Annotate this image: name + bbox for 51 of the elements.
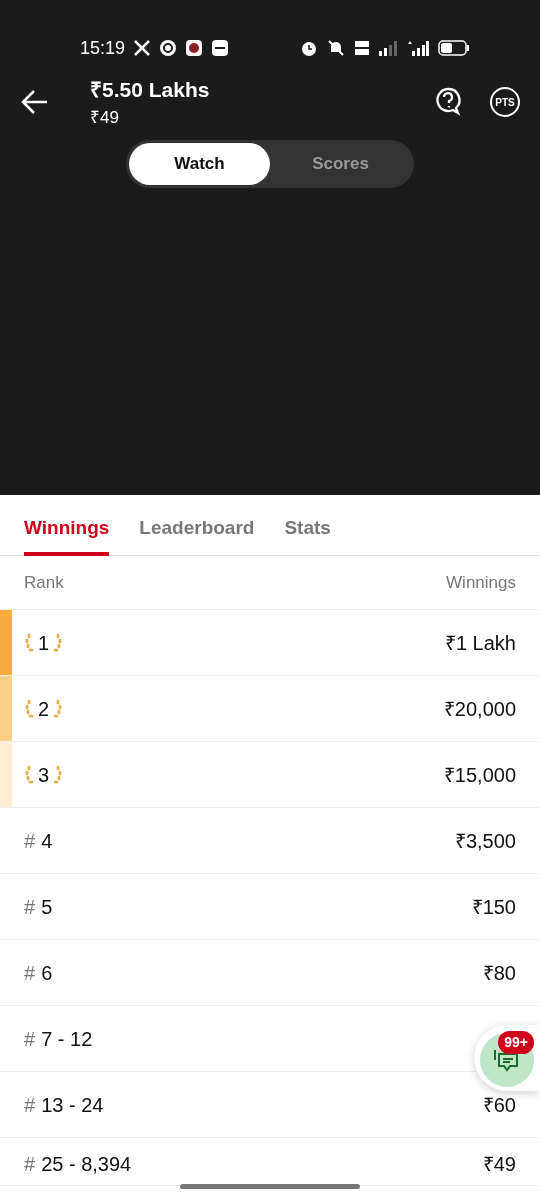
hash-symbol: #	[24, 1092, 36, 1118]
column-header: Rank	[24, 571, 64, 594]
alarm-icon	[300, 39, 318, 57]
app-icon	[159, 39, 178, 57]
prize-amount: ₹80	[482, 960, 516, 986]
laurel-icon	[53, 764, 64, 785]
rank-number: 3	[38, 762, 50, 788]
prize-amount: ₹49	[482, 1151, 516, 1177]
status-time: 15:19	[80, 36, 126, 60]
notification-count: 99+	[498, 1031, 534, 1054]
app-icon	[211, 39, 230, 57]
signal-icon	[406, 39, 430, 57]
prize-amount: ₹150	[471, 894, 516, 920]
mute-icon	[326, 39, 346, 57]
app-icon	[185, 39, 204, 57]
points-button[interactable]: PTS	[490, 87, 520, 117]
rank-number: 2	[38, 696, 50, 722]
laurel-icon	[24, 698, 34, 719]
prize-amount: ₹60	[482, 1092, 516, 1118]
hash-symbol: #	[24, 828, 36, 854]
toggle-option[interactable]: Watch	[129, 143, 270, 185]
hash-symbol: #	[24, 960, 36, 986]
prize-amount: ₹1 Lakh	[444, 630, 516, 656]
battery-icon	[438, 39, 470, 57]
rank-range: 4	[41, 828, 53, 854]
x-icon	[133, 39, 152, 57]
hash-symbol: #	[24, 1151, 36, 1177]
hash-symbol: #	[24, 1026, 36, 1052]
signal-icon	[378, 39, 398, 57]
toggle-option[interactable]: Scores	[270, 143, 411, 185]
laurel-icon	[53, 632, 64, 653]
tab[interactable]: Winnings	[24, 495, 110, 556]
hash-symbol: #	[24, 894, 36, 920]
prize-amount: ₹15,000	[443, 762, 516, 788]
rank-range: 7 - 12	[41, 1026, 93, 1052]
rank-number: 1	[38, 630, 50, 656]
entry-fee: ₹49	[90, 107, 120, 129]
laurel-icon	[24, 764, 34, 785]
rank-range: 25 - 8,394	[41, 1151, 132, 1177]
column-header: Winnings	[446, 571, 516, 594]
chat-button[interactable]: 99+	[474, 1025, 540, 1091]
rank-range: 5	[41, 894, 53, 920]
prize-amount: ₹20,000	[443, 696, 516, 722]
rank-range: 6	[41, 960, 53, 986]
tab[interactable]: Leaderboard	[139, 495, 255, 556]
laurel-icon	[24, 632, 34, 653]
rank-range: 13 - 24	[41, 1092, 104, 1118]
tab[interactable]: Stats	[284, 495, 331, 556]
laurel-icon	[53, 698, 64, 719]
prize-pool-title: ₹5.50 Lakhs	[90, 76, 211, 103]
prize-amount: ₹3,500	[454, 828, 516, 854]
